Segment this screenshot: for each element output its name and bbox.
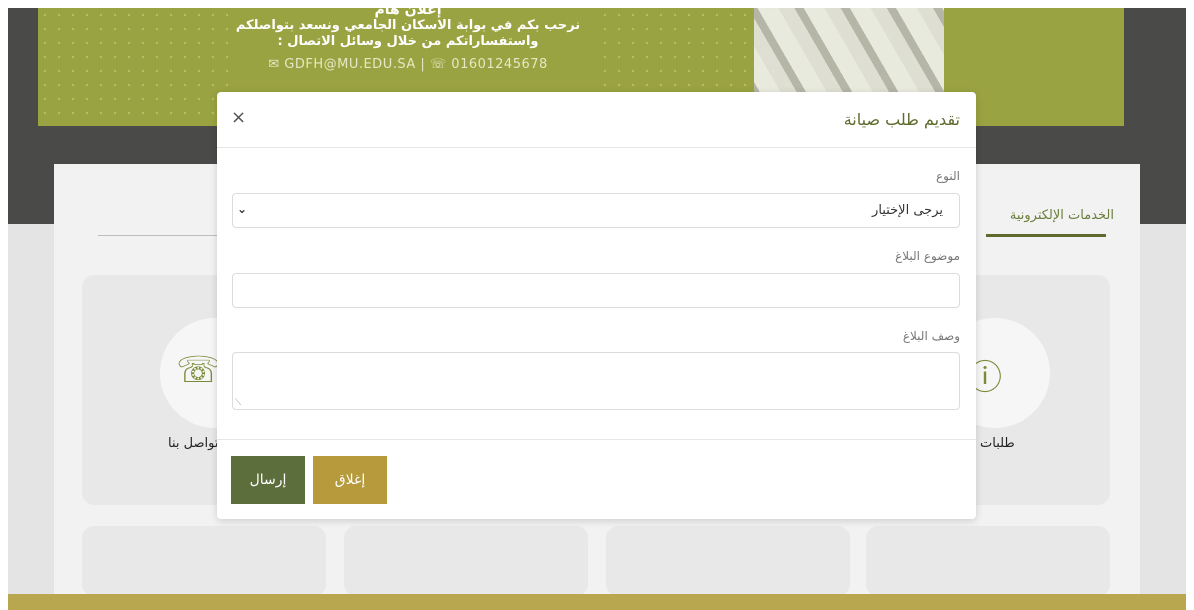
type-label: النوع (936, 169, 960, 183)
modal-footer: إغلاق إرسال (217, 439, 976, 519)
maintenance-request-modal: تقديم طلب صيانة × النوع يرجى الإختيار ⌄ … (217, 92, 976, 519)
type-select-value: يرجى الإختيار (872, 203, 943, 218)
close-icon[interactable]: × (231, 108, 246, 128)
subject-label: موضوع البلاغ (895, 249, 960, 263)
modal-title: تقديم طلب صيانة (843, 110, 960, 129)
chevron-down-icon: ⌄ (237, 202, 248, 216)
submit-button[interactable]: إرسال (231, 456, 305, 504)
description-label: وصف البلاغ (902, 329, 960, 343)
subject-input[interactable] (232, 273, 960, 308)
type-select[interactable]: يرجى الإختيار ⌄ (232, 193, 960, 228)
close-button[interactable]: إغلاق (313, 456, 387, 504)
description-textarea[interactable]: ⟋ (232, 352, 960, 410)
resize-handle-icon[interactable]: ⟋ (235, 398, 241, 408)
modal-header: تقديم طلب صيانة × (217, 92, 976, 148)
